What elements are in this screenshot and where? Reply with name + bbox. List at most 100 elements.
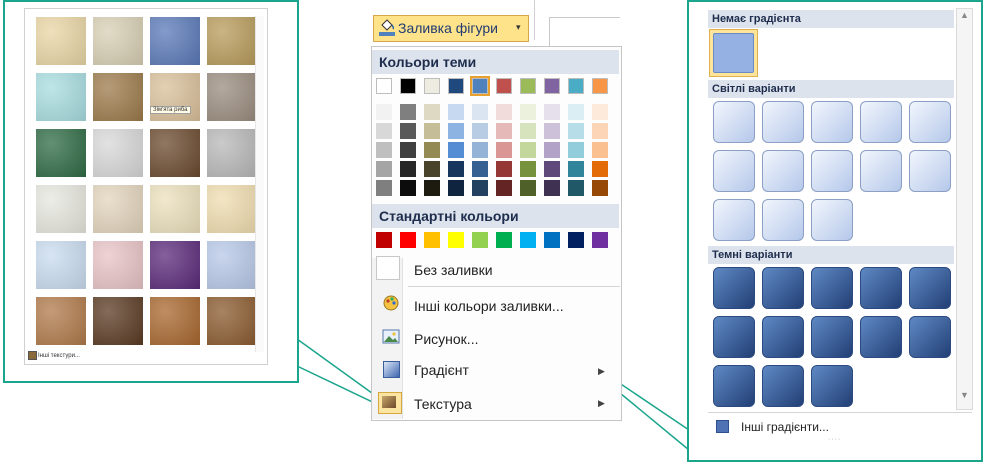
texture-swatch[interactable]: [93, 241, 143, 289]
standard-color-swatch[interactable]: [496, 232, 512, 248]
theme-color-swatch[interactable]: [592, 78, 608, 94]
theme-shade-swatch[interactable]: [376, 123, 392, 139]
theme-color-swatch[interactable]: [520, 78, 536, 94]
dark-gradient-option[interactable]: [860, 316, 902, 358]
light-gradient-option[interactable]: [909, 150, 951, 192]
dark-gradient-option[interactable]: [860, 267, 902, 309]
theme-shade-swatch[interactable]: [544, 161, 560, 177]
standard-color-swatch[interactable]: [424, 232, 440, 248]
theme-shade-swatch[interactable]: [424, 142, 440, 158]
theme-color-swatch[interactable]: [448, 78, 464, 94]
standard-color-swatch[interactable]: [568, 232, 584, 248]
theme-shade-swatch[interactable]: [400, 104, 416, 120]
dark-gradient-option[interactable]: [762, 365, 804, 407]
dark-gradient-option[interactable]: [909, 316, 951, 358]
theme-shade-swatch[interactable]: [592, 123, 608, 139]
theme-shade-swatch[interactable]: [592, 142, 608, 158]
menu-item-no-fill[interactable]: Без заливки: [414, 262, 493, 278]
texture-swatch[interactable]: [150, 241, 200, 289]
theme-shade-swatch[interactable]: [400, 161, 416, 177]
theme-shade-swatch[interactable]: [568, 180, 584, 196]
light-gradient-option[interactable]: [811, 150, 853, 192]
light-gradient-option[interactable]: [860, 150, 902, 192]
standard-color-swatch[interactable]: [472, 232, 488, 248]
texture-swatch[interactable]: [207, 297, 257, 345]
texture-swatch[interactable]: [207, 73, 257, 121]
gradient-scrollbar[interactable]: [956, 8, 973, 410]
theme-shade-swatch[interactable]: [496, 161, 512, 177]
theme-color-swatch[interactable]: [376, 78, 392, 94]
dark-gradient-option[interactable]: [762, 316, 804, 358]
texture-swatch[interactable]: [207, 17, 257, 65]
standard-color-swatch[interactable]: [448, 232, 464, 248]
menu-item-gradient[interactable]: Градієнт: [414, 362, 469, 378]
dark-gradient-option[interactable]: [762, 267, 804, 309]
texture-swatch[interactable]: [36, 241, 86, 289]
texture-swatch[interactable]: [207, 185, 257, 233]
texture-swatch[interactable]: [36, 185, 86, 233]
dark-gradient-option[interactable]: [713, 316, 755, 358]
standard-color-swatch[interactable]: [376, 232, 392, 248]
texture-swatch[interactable]: [36, 129, 86, 177]
theme-shade-swatch[interactable]: [568, 104, 584, 120]
theme-shade-swatch[interactable]: [448, 142, 464, 158]
texture-swatch[interactable]: [150, 297, 200, 345]
light-gradient-option[interactable]: [713, 199, 755, 241]
theme-shade-swatch[interactable]: [424, 180, 440, 196]
theme-color-swatch[interactable]: [496, 78, 512, 94]
theme-color-swatch[interactable]: [470, 76, 490, 96]
menu-item-more-fill-colors[interactable]: Інші кольори заливки...: [414, 298, 564, 314]
theme-shade-swatch[interactable]: [424, 104, 440, 120]
texture-swatch[interactable]: [207, 129, 257, 177]
theme-color-swatch[interactable]: [400, 78, 416, 94]
theme-shade-swatch[interactable]: [376, 104, 392, 120]
no-gradient-option[interactable]: [713, 33, 754, 73]
light-gradient-option[interactable]: [762, 150, 804, 192]
scroll-down-icon[interactable]: ▼: [958, 390, 971, 404]
dark-gradient-option[interactable]: [811, 267, 853, 309]
theme-shade-swatch[interactable]: [592, 161, 608, 177]
light-gradient-option[interactable]: [762, 199, 804, 241]
theme-shade-swatch[interactable]: [496, 123, 512, 139]
more-textures-link[interactable]: Інші текстури...: [38, 353, 80, 359]
dark-gradient-option[interactable]: [713, 267, 755, 309]
texture-swatch[interactable]: [36, 297, 86, 345]
theme-shade-swatch[interactable]: [496, 142, 512, 158]
theme-color-swatch[interactable]: [544, 78, 560, 94]
light-gradient-option[interactable]: [860, 101, 902, 143]
theme-shade-swatch[interactable]: [400, 180, 416, 196]
theme-shade-swatch[interactable]: [568, 142, 584, 158]
standard-color-swatch[interactable]: [520, 232, 536, 248]
standard-color-swatch[interactable]: [400, 232, 416, 248]
theme-shade-swatch[interactable]: [376, 142, 392, 158]
texture-swatch[interactable]: [93, 17, 143, 65]
theme-shade-swatch[interactable]: [400, 142, 416, 158]
light-gradient-option[interactable]: [811, 199, 853, 241]
light-gradient-option[interactable]: [713, 101, 755, 143]
scroll-up-icon[interactable]: ▲: [958, 10, 971, 24]
texture-swatch[interactable]: [93, 73, 143, 121]
theme-shade-swatch[interactable]: [472, 161, 488, 177]
dark-gradient-option[interactable]: [713, 365, 755, 407]
theme-shade-swatch[interactable]: [520, 123, 536, 139]
theme-shade-swatch[interactable]: [448, 180, 464, 196]
texture-swatch[interactable]: [36, 17, 86, 65]
theme-shade-swatch[interactable]: [592, 180, 608, 196]
light-gradient-option[interactable]: [713, 150, 755, 192]
texture-scrollbar[interactable]: [255, 16, 264, 352]
theme-shade-swatch[interactable]: [472, 123, 488, 139]
texture-swatch[interactable]: [150, 17, 200, 65]
theme-shade-swatch[interactable]: [400, 123, 416, 139]
texture-swatch[interactable]: [93, 185, 143, 233]
theme-shade-swatch[interactable]: [544, 180, 560, 196]
theme-shade-swatch[interactable]: [376, 180, 392, 196]
standard-color-swatch[interactable]: [544, 232, 560, 248]
theme-shade-swatch[interactable]: [424, 123, 440, 139]
texture-swatch[interactable]: [93, 129, 143, 177]
theme-shade-swatch[interactable]: [376, 161, 392, 177]
theme-shade-swatch[interactable]: [544, 142, 560, 158]
theme-shade-swatch[interactable]: [448, 161, 464, 177]
theme-shade-swatch[interactable]: [568, 123, 584, 139]
theme-shade-swatch[interactable]: [592, 104, 608, 120]
theme-shade-swatch[interactable]: [496, 180, 512, 196]
